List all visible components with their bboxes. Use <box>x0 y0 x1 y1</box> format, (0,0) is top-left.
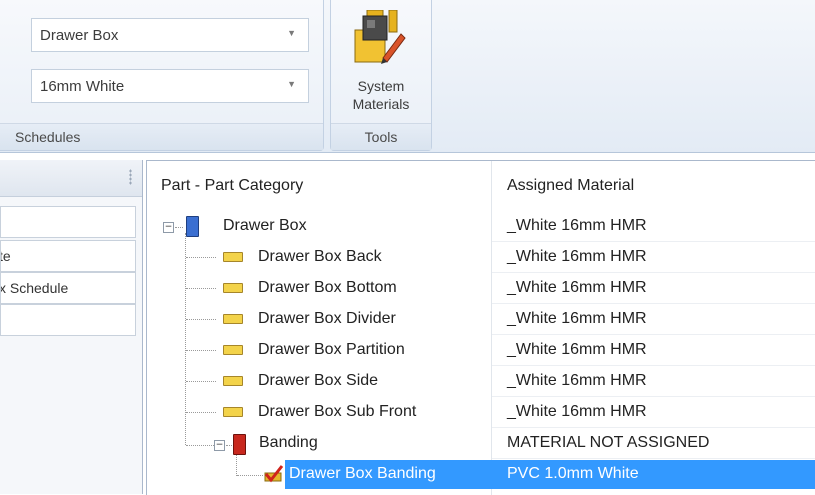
column-header-part[interactable]: Part - Part Category <box>161 177 303 195</box>
part-icon <box>223 345 243 355</box>
part-icon <box>223 314 243 324</box>
row-part-name: Drawer Box Divider <box>258 310 396 327</box>
tools-group-label: Tools <box>331 123 431 150</box>
tree-connector <box>186 288 216 289</box>
table-row[interactable]: − Banding MATERIAL NOT ASSIGNED <box>147 428 815 459</box>
left-panel-item[interactable] <box>0 206 136 238</box>
table-row[interactable]: Drawer Box Side _White 16mm HMR <box>147 366 815 397</box>
system-materials-button[interactable]: System Materials <box>331 0 431 124</box>
schedules-group-label: Schedules <box>0 123 323 150</box>
tools-group: System Materials Tools <box>330 0 432 151</box>
left-panel-item[interactable] <box>0 304 136 336</box>
row-part-name: Banding <box>259 434 318 451</box>
tree-connector <box>186 412 216 413</box>
row-part-name: Drawer Box Sub Front <box>258 403 417 420</box>
row-material: _White 16mm HMR <box>507 403 647 420</box>
row-material: PVC 1.0mm White <box>507 465 639 482</box>
chevron-down-icon: ▼ <box>287 28 296 38</box>
schedule-type-combo[interactable]: Drawer Box ▼ <box>31 18 309 52</box>
column-header-material[interactable]: Assigned Material <box>507 177 634 195</box>
row-part-name: Drawer Box Back <box>258 248 382 265</box>
schedules-group: Drawer Box ▼ 16mm White ▼ Schedules <box>0 0 324 151</box>
part-icon <box>223 283 243 293</box>
part-icon <box>223 252 243 262</box>
row-material: _White 16mm HMR <box>507 217 647 234</box>
table-row[interactable]: Drawer Box Partition _White 16mm HMR <box>147 335 815 366</box>
tree-connector <box>175 227 183 228</box>
tree-connector <box>186 350 216 351</box>
left-panel-item[interactable]: te <box>0 240 136 272</box>
panel-grip-icon[interactable] <box>129 169 132 185</box>
material-combo[interactable]: 16mm White ▼ <box>31 69 309 103</box>
row-material: _White 16mm HMR <box>507 372 647 389</box>
row-part-name: Drawer Box Banding <box>289 465 436 482</box>
schedule-type-value: Drawer Box <box>40 27 119 44</box>
row-part-name: Drawer Box Bottom <box>258 279 397 296</box>
system-materials-icon <box>354 10 406 64</box>
tree-connector <box>237 475 263 476</box>
row-part-name: Drawer Box Partition <box>258 341 405 358</box>
chevron-down-icon: ▼ <box>287 79 296 89</box>
left-panel-item[interactable]: x Schedule <box>0 272 136 304</box>
part-icon <box>223 407 243 417</box>
material-assignment-tree: Part - Part Category Assigned Material −… <box>146 160 815 495</box>
table-row[interactable]: Drawer Box Back _White 16mm HMR <box>147 242 815 273</box>
row-material: _White 16mm HMR <box>507 248 647 265</box>
row-material: _White 16mm HMR <box>507 341 647 358</box>
red-book-icon <box>233 434 246 455</box>
row-material: _White 16mm HMR <box>507 310 647 327</box>
banding-check-icon <box>264 465 284 483</box>
system-materials-label-1: System <box>357 78 405 94</box>
collapse-icon[interactable]: − <box>163 222 174 233</box>
left-panel-header <box>0 160 142 197</box>
table-row[interactable]: − Drawer Box _White 16mm HMR <box>147 211 815 242</box>
table-row[interactable]: Drawer Box Bottom _White 16mm HMR <box>147 273 815 304</box>
tree-connector <box>186 445 214 446</box>
tree-connector <box>226 445 232 446</box>
tree-connector <box>186 381 216 382</box>
material-value: 16mm White <box>40 78 125 95</box>
row-material: MATERIAL NOT ASSIGNED <box>507 434 710 451</box>
blue-book-icon <box>186 216 199 237</box>
ribbon: Drawer Box ▼ 16mm White ▼ Schedules Syst… <box>0 0 815 153</box>
table-row[interactable]: Drawer Box Divider _White 16mm HMR <box>147 304 815 335</box>
system-materials-label-2: Materials <box>352 96 410 112</box>
row-part-name: Drawer Box Side <box>258 372 379 389</box>
table-row[interactable]: Drawer Box Sub Front _White 16mm HMR <box>147 397 815 428</box>
collapse-icon[interactable]: − <box>214 440 225 451</box>
part-icon <box>223 376 243 386</box>
row-part-name: Drawer Box <box>223 217 307 234</box>
tree-connector <box>186 257 216 258</box>
left-panel: te x Schedule <box>0 160 143 494</box>
table-row[interactable]: Drawer Box Banding PVC 1.0mm White <box>147 459 815 490</box>
row-material: _White 16mm HMR <box>507 279 647 296</box>
tree-connector <box>186 319 216 320</box>
